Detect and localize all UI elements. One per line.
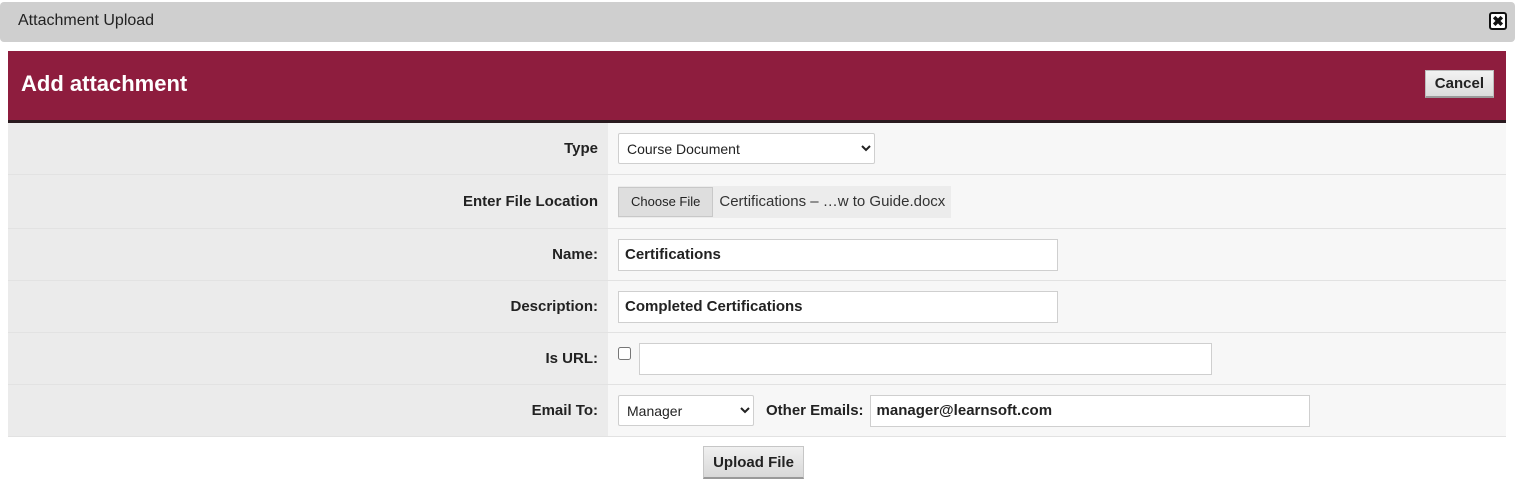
- other-emails-label: Other Emails:: [766, 402, 864, 419]
- cancel-button[interactable]: Cancel: [1424, 70, 1494, 98]
- choose-file-button[interactable]: Choose File: [618, 186, 714, 217]
- is-url-checkbox[interactable]: [618, 347, 631, 360]
- type-label: Type: [8, 123, 608, 174]
- form-row-is-url: Is URL:: [8, 333, 1506, 385]
- file-input[interactable]: Choose File Certifications – …w to Guide…: [618, 185, 952, 218]
- selected-file-name: Certifications – …w to Guide.docx: [719, 193, 946, 210]
- close-icon[interactable]: ✖: [1489, 12, 1507, 30]
- description-label: Description:: [8, 281, 608, 332]
- other-emails-input[interactable]: [869, 394, 1310, 427]
- form-row-file: Enter File Location Choose File Certific…: [8, 175, 1506, 229]
- file-location-label: Enter File Location: [8, 175, 608, 228]
- form-row-type: Type Course Document: [8, 123, 1506, 175]
- is-url-label: Is URL:: [8, 333, 608, 384]
- panel-header: Add attachment Cancel: [8, 51, 1506, 124]
- form-row-name: Name:: [8, 229, 1506, 281]
- form-row-description: Description:: [8, 281, 1506, 333]
- email-to-label: Email To:: [8, 385, 608, 436]
- name-label: Name:: [8, 229, 608, 280]
- dialog-titlebar: Attachment Upload ✖: [0, 2, 1515, 42]
- description-input[interactable]: [618, 290, 1058, 323]
- upload-file-button[interactable]: Upload File: [703, 446, 804, 479]
- type-select[interactable]: Course Document: [618, 133, 875, 164]
- form-row-email-to: Email To: Manager Other Emails:: [8, 385, 1506, 437]
- name-input[interactable]: [618, 238, 1058, 271]
- dialog-title: Attachment Upload: [18, 12, 155, 29]
- attachment-form: Type Course Document Enter File Location…: [8, 123, 1506, 437]
- email-to-select[interactable]: Manager: [618, 395, 754, 426]
- url-input[interactable]: [639, 342, 1212, 375]
- panel-title: Add attachment: [21, 71, 188, 96]
